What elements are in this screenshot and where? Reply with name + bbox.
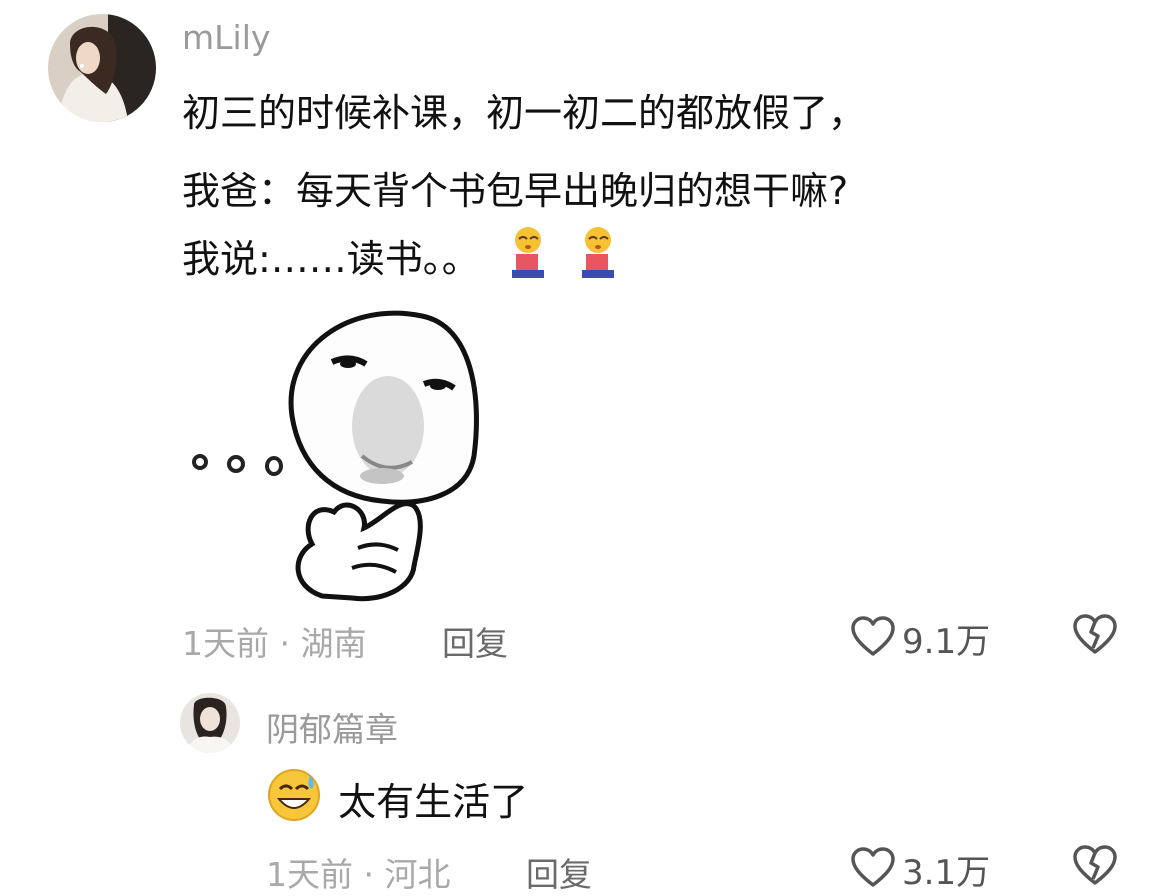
comment-line: 初三的时候补课，初一初二的都放假了， [182,91,867,135]
comment-location: 河北 [384,855,451,894]
heart-outline-icon [850,615,896,662]
reply-button[interactable]: 回复 [442,617,508,665]
comment-meta: 1天前 · 河北 [266,848,451,896]
kneeling-person-emoji [576,226,620,291]
username[interactable]: mLily [182,18,270,57]
username[interactable]: 阴郁篇章 [266,703,398,751]
broken-heart-icon[interactable] [1072,614,1118,660]
comment-meta: 1天前 · 湖南 [182,617,367,665]
comment-location: 湖南 [300,624,367,663]
like-button[interactable]: 9.1万 [850,614,990,663]
meta-separator: · [279,624,291,663]
grinning-sweat-emoji [266,767,322,832]
broken-heart-icon[interactable] [1072,845,1118,891]
user-avatar[interactable] [180,693,240,753]
comment-text: 太有生活了 [338,780,529,824]
kneeling-person-emoji [506,226,550,291]
like-count: 9.1万 [902,622,991,662]
thinking-face-sticker[interactable] [182,306,480,602]
comment-line: 我说:……读书。。 [182,237,480,281]
user-avatar[interactable] [48,14,156,122]
comment-time: 1天前 [182,624,269,663]
heart-outline-icon [850,846,896,893]
like-button[interactable]: 3.1万 [850,845,990,894]
comment-time: 1天前 [266,855,353,894]
meta-separator: · [363,855,375,894]
comment-line: 我爸：每天背个书包早出晚归的想干嘛? [182,169,849,213]
like-count: 3.1万 [902,853,991,893]
comment-thread: mLily 初三的时候补课，初一初二的都放假了， 我爸：每天背个书包早出晚归的想… [0,0,1170,896]
comment-line-with-emoji: 太有生活了 [266,767,528,832]
reply-button[interactable]: 回复 [526,848,592,896]
comment-line-with-emoji: 我说:……读书。。 [182,226,620,291]
